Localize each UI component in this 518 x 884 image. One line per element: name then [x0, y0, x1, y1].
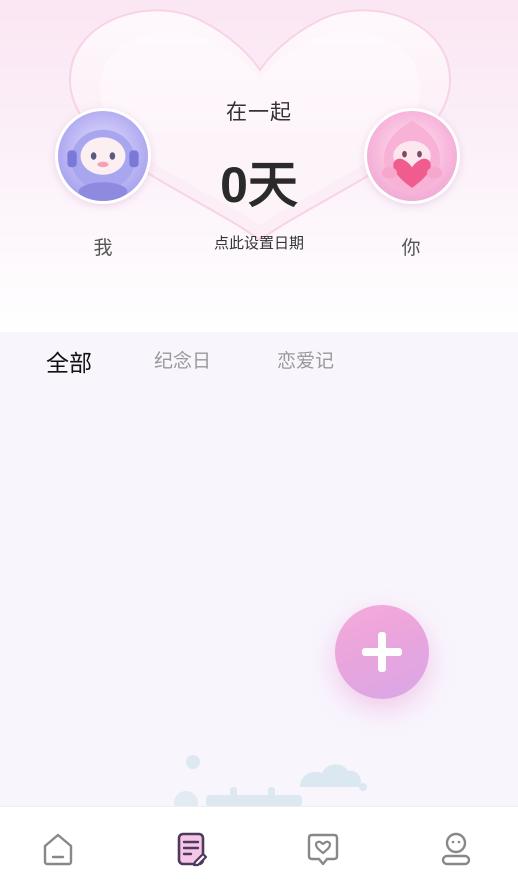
- tab-all[interactable]: 全部: [46, 344, 92, 378]
- me-label: 我: [93, 237, 113, 259]
- add-record-button[interactable]: [335, 605, 429, 699]
- plus-icon: [362, 632, 402, 672]
- my-avatar[interactable]: [55, 108, 151, 204]
- set-date-link[interactable]: 点此设置日期: [0, 232, 518, 253]
- profile-icon: [441, 832, 471, 866]
- tab-love-diary[interactable]: 恋爱记: [277, 346, 334, 373]
- you-label: 你: [401, 237, 421, 259]
- heart-chat-icon: [307, 833, 339, 866]
- partner-avatar[interactable]: [364, 108, 460, 204]
- pink-heart-avatar-icon: [382, 120, 442, 192]
- home-icon: [43, 833, 73, 866]
- blue-astronaut-avatar-icon: [67, 129, 139, 201]
- tabbar-home[interactable]: [38, 829, 78, 869]
- notes-icon: [177, 832, 208, 867]
- couple-header: 在一起 0天 点此设置日期 我 你: [0, 0, 518, 332]
- tabbar-notes[interactable]: [171, 829, 211, 869]
- bottom-tab-bar: [0, 806, 518, 884]
- empty-state-clouds-icon: [174, 755, 367, 806]
- tabbar-love-chat[interactable]: [303, 829, 343, 869]
- tabbar-profile[interactable]: [436, 829, 476, 869]
- category-tabs: 全部 纪念日 恋爱记: [0, 346, 518, 382]
- tab-anniversary[interactable]: 纪念日: [154, 346, 211, 373]
- records-panel: 全部 纪念日 恋爱记: [0, 332, 518, 806]
